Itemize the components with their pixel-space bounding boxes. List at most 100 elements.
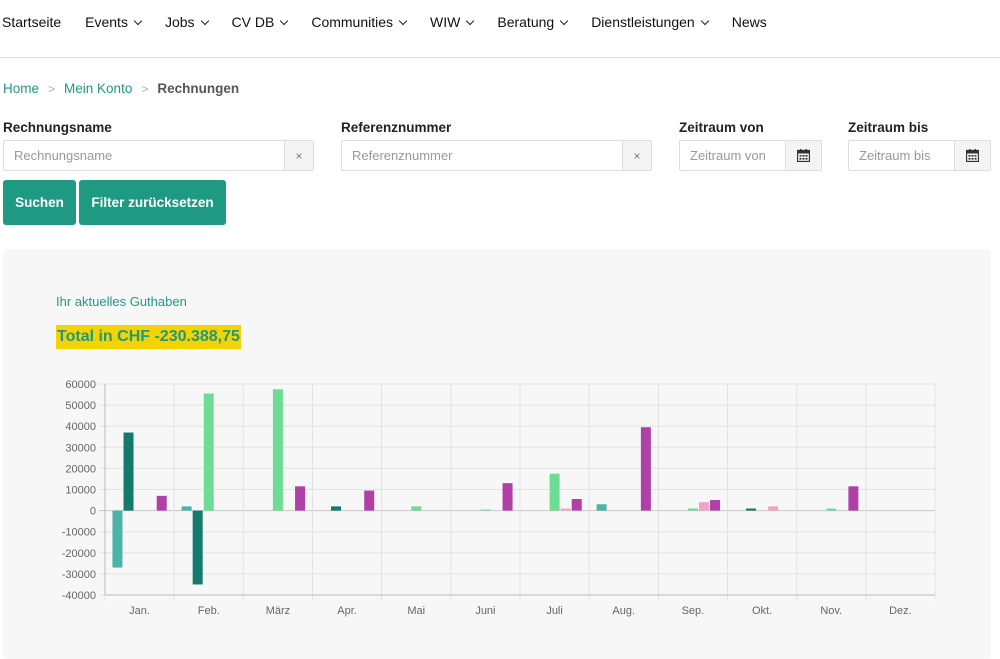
bar-series-5 bbox=[571, 498, 582, 511]
bar-series-1 bbox=[596, 504, 607, 511]
balance-heading: Ihr aktuelles Guthaben bbox=[56, 294, 187, 309]
chevron-down-icon bbox=[398, 16, 408, 25]
reset-filter-button[interactable]: Filter zurücksetzen bbox=[79, 180, 226, 225]
y-tick-label: 20000 bbox=[65, 463, 96, 475]
breadcrumb: Home > Mein Konto > Rechnungen bbox=[3, 81, 239, 96]
monthly-invoice-chart: 60000 50000 40000 30000 20000 10000 0 -10000 -20… bbox=[62, 379, 936, 617]
nav-item-cv-db[interactable]: CV DB bbox=[232, 14, 296, 30]
search-button[interactable]: Suchen bbox=[3, 180, 76, 225]
bar-series-3 bbox=[272, 389, 283, 511]
bar-series-5 bbox=[710, 500, 721, 511]
y-tick-label: -10000 bbox=[62, 527, 96, 539]
x-tick-label: Okt. bbox=[752, 605, 772, 617]
y-tick-label: 10000 bbox=[65, 485, 96, 497]
x-tick-label: Feb. bbox=[198, 605, 220, 617]
breadcrumb-separator: > bbox=[48, 81, 56, 96]
nav-item-wiw[interactable]: WIW bbox=[430, 14, 481, 30]
bar-series-4 bbox=[698, 502, 709, 511]
y-tick-label: 50000 bbox=[65, 400, 96, 412]
date-from-input[interactable] bbox=[680, 141, 785, 170]
chevron-down-icon bbox=[700, 16, 709, 25]
breadcrumb-current: Rechnungen bbox=[157, 81, 240, 96]
bar-series-2 bbox=[746, 508, 757, 511]
date-to-input[interactable] bbox=[849, 141, 954, 170]
chevron-down-icon bbox=[200, 16, 209, 25]
y-tick-label: -40000 bbox=[62, 590, 96, 602]
chevron-down-icon bbox=[133, 16, 143, 25]
bar-series-3 bbox=[549, 473, 560, 511]
bar-series-5 bbox=[640, 427, 651, 511]
bar-series-4 bbox=[768, 506, 779, 511]
nav-item-startseite[interactable]: Startseite bbox=[2, 14, 69, 30]
x-tick-label: Sep. bbox=[682, 605, 705, 617]
nav-item-label: Communities bbox=[311, 14, 394, 30]
nav-item-label: Beratung bbox=[497, 14, 555, 30]
x-tick-label: Aug. bbox=[612, 605, 635, 617]
y-tick-label: 40000 bbox=[65, 421, 96, 433]
clear-name-icon[interactable]: × bbox=[284, 141, 313, 170]
bar-series-5 bbox=[848, 486, 859, 511]
y-tick-label: 60000 bbox=[65, 379, 96, 391]
reference-number-input[interactable] bbox=[342, 141, 622, 170]
x-tick-label: Juni bbox=[475, 605, 495, 617]
invoice-name-label: Rechnungsname bbox=[3, 120, 112, 135]
nav-item-news[interactable]: News bbox=[732, 14, 775, 30]
nav-item-label: Events bbox=[85, 14, 128, 30]
balance-total: Total in CHF -230.388,75 bbox=[56, 325, 241, 349]
date-to-group bbox=[848, 140, 991, 171]
y-tick-label: 30000 bbox=[65, 442, 96, 454]
invoice-name-group: × bbox=[3, 140, 314, 171]
x-tick-label: Jan. bbox=[129, 605, 150, 617]
bar-series-2 bbox=[192, 510, 203, 585]
bar-series-3 bbox=[203, 393, 214, 511]
nav-item-label: WIW bbox=[430, 14, 461, 30]
nav-item-label: News bbox=[731, 14, 767, 30]
nav-item-events[interactable]: Events bbox=[85, 14, 149, 30]
breadcrumb-separator: > bbox=[141, 81, 149, 96]
nav-list: Startseite Events Jobs CV DB Communities WIW B… bbox=[0, 0, 1000, 44]
bar-series-3 bbox=[411, 506, 422, 511]
nav-item-label: Jobs bbox=[164, 14, 195, 30]
date-from-group bbox=[679, 140, 822, 171]
bar-series-5 bbox=[295, 486, 306, 511]
calendar-icon bbox=[966, 149, 979, 162]
breadcrumb-home-link[interactable]: Home bbox=[3, 81, 39, 96]
bar-series-5 bbox=[502, 483, 513, 511]
x-tick-label: Nov. bbox=[820, 605, 842, 617]
nav-item-beratung[interactable]: Beratung bbox=[497, 14, 575, 30]
bar-series-3 bbox=[826, 508, 837, 511]
x-tick-label: Mai bbox=[407, 605, 425, 617]
y-tick-label: -20000 bbox=[62, 548, 96, 560]
x-tick-label: Juli bbox=[546, 605, 563, 617]
bar-series-1 bbox=[181, 506, 192, 511]
bar-series-4 bbox=[560, 508, 571, 511]
reference-number-label: Referenznummer bbox=[341, 120, 452, 135]
date-from-label: Zeitraum von bbox=[679, 120, 764, 135]
bar-series-5 bbox=[156, 495, 167, 511]
x-tick-label: Apr. bbox=[337, 605, 357, 617]
bar-series-2 bbox=[123, 432, 134, 511]
nav-item-label: Dienstleistungen bbox=[591, 14, 695, 30]
clear-reference-icon[interactable]: × bbox=[622, 141, 651, 170]
nav-item-jobs[interactable]: Jobs bbox=[165, 14, 216, 30]
reference-number-group: × bbox=[341, 140, 652, 171]
invoice-name-input[interactable] bbox=[4, 141, 284, 170]
x-tick-label: Dez. bbox=[889, 605, 912, 617]
top-navigation: Startseite Events Jobs CV DB Communities WIW B… bbox=[0, 0, 1000, 58]
bar-series-3 bbox=[687, 508, 698, 511]
calendar-to-button[interactable] bbox=[954, 141, 990, 170]
calendar-from-button[interactable] bbox=[785, 141, 821, 170]
bar-series-2 bbox=[331, 506, 342, 511]
bar-series-3 bbox=[480, 509, 491, 511]
nav-item-dienstleistungen[interactable]: Dienstleistungen bbox=[591, 14, 716, 30]
nav-item-label: CV DB bbox=[231, 14, 275, 30]
date-to-label: Zeitraum bis bbox=[848, 120, 929, 135]
breadcrumb-account-link[interactable]: Mein Konto bbox=[64, 81, 132, 96]
x-tick-label: März bbox=[266, 605, 290, 617]
y-tick-label: -30000 bbox=[62, 569, 96, 581]
nav-item-communities[interactable]: Communities bbox=[311, 14, 414, 30]
nav-item-label: Startseite bbox=[2, 14, 62, 30]
calendar-icon bbox=[797, 149, 810, 162]
bar-series-1 bbox=[112, 510, 123, 568]
y-tick-label: 0 bbox=[90, 506, 96, 518]
